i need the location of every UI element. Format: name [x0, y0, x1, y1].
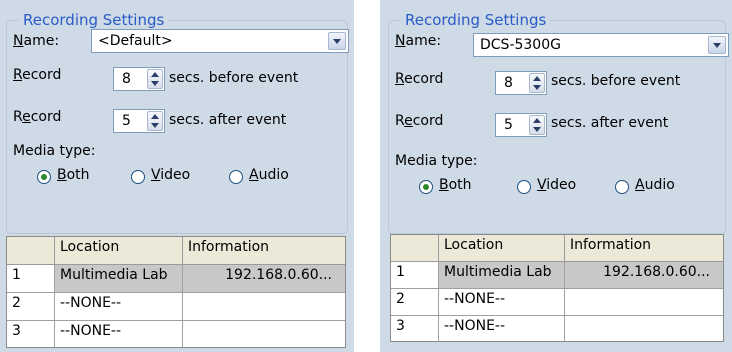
record-after-label: Record [13, 109, 62, 125]
media-type-label: Media type: [13, 143, 96, 159]
table-cell-location[interactable]: Multimedia Lab [55, 265, 183, 293]
column-header-location[interactable]: Location [55, 237, 183, 265]
row-number: 3 [7, 321, 55, 347]
record-after-spinner[interactable]: 5 [495, 113, 547, 137]
table-cell-location[interactable]: --NONE-- [55, 293, 183, 321]
column-header-location[interactable]: Location [439, 235, 565, 262]
recording-settings-group: Recording Settings Name: <Default> Recor… [6, 11, 349, 234]
chevron-down-icon[interactable] [328, 32, 346, 50]
radio-video[interactable] [517, 180, 531, 194]
record-before-label: Record [395, 71, 444, 87]
row-number: 1 [7, 265, 55, 293]
table-cell-information[interactable] [183, 293, 345, 321]
record-before-spinner[interactable]: 8 [495, 71, 547, 95]
record-before-spinner[interactable]: 8 [113, 67, 165, 91]
table-corner [391, 235, 439, 262]
after-suffix: secs. after event [551, 115, 669, 131]
name-value: DCS-5300G [480, 37, 561, 53]
record-after-value: 5 [504, 117, 513, 133]
spinner-arrows-icon[interactable] [529, 115, 545, 135]
record-after-value: 5 [122, 113, 131, 129]
record-before-label: Record [13, 67, 62, 83]
record-after-label: Record [395, 113, 444, 129]
table-cell-location[interactable]: --NONE-- [439, 289, 565, 316]
row-number: 1 [391, 262, 439, 289]
spinner-arrows-icon[interactable] [529, 73, 545, 93]
group-legend: Recording Settings [19, 11, 169, 29]
table-cell-information[interactable] [183, 321, 345, 347]
record-after-spinner[interactable]: 5 [113, 109, 165, 133]
radio-both-label[interactable]: Both [57, 167, 90, 183]
chevron-down-icon[interactable] [708, 36, 726, 54]
table-cell-information[interactable]: 192.168.0.60... [565, 262, 723, 289]
radio-both[interactable] [419, 180, 433, 194]
name-label: Name: [395, 33, 442, 49]
radio-audio-label[interactable]: Audio [635, 177, 675, 193]
radio-both-label[interactable]: Both [439, 177, 472, 193]
name-combobox[interactable]: DCS-5300G [473, 33, 729, 57]
media-type-label: Media type: [395, 153, 478, 169]
recording-settings-group: Recording Settings Name: DCS-5300G Recor… [388, 11, 729, 234]
table-cell-information[interactable] [565, 289, 723, 316]
location-table[interactable]: Location Information 1 Multimedia Lab 19… [390, 234, 724, 342]
table-cell-location[interactable]: Multimedia Lab [439, 262, 565, 289]
record-before-value: 8 [504, 75, 513, 91]
recording-settings-panel-left: Recording Settings Name: <Default> Recor… [0, 0, 354, 352]
table-cell-information[interactable]: 192.168.0.60... [183, 265, 345, 293]
radio-video[interactable] [131, 170, 145, 184]
column-header-information[interactable]: Information [565, 235, 723, 262]
record-before-value: 8 [122, 71, 131, 87]
row-number: 3 [391, 316, 439, 341]
before-suffix: secs. before event [551, 73, 681, 89]
radio-audio[interactable] [615, 180, 629, 194]
column-header-information[interactable]: Information [183, 237, 345, 265]
group-legend: Recording Settings [401, 11, 551, 29]
location-table[interactable]: Location Information 1 Multimedia Lab 19… [6, 236, 346, 348]
radio-both[interactable] [37, 170, 51, 184]
after-suffix: secs. after event [169, 112, 287, 128]
radio-audio-label[interactable]: Audio [249, 167, 289, 183]
radio-video-label[interactable]: Video [537, 177, 576, 193]
radio-video-label[interactable]: Video [151, 167, 190, 183]
spinner-arrows-icon[interactable] [147, 111, 163, 131]
name-label: Name: [13, 33, 60, 49]
table-corner [7, 237, 55, 265]
table-cell-location[interactable]: --NONE-- [439, 316, 565, 341]
table-cell-information[interactable] [565, 316, 723, 341]
name-combobox[interactable]: <Default> [91, 29, 349, 53]
row-number: 2 [7, 293, 55, 321]
spinner-arrows-icon[interactable] [147, 69, 163, 89]
table-cell-location[interactable]: --NONE-- [55, 321, 183, 347]
name-value: <Default> [98, 33, 173, 49]
row-number: 2 [391, 289, 439, 316]
radio-audio[interactable] [229, 170, 243, 184]
before-suffix: secs. before event [169, 70, 299, 86]
recording-settings-panel-right: Recording Settings Name: DCS-5300G Recor… [380, 0, 732, 352]
